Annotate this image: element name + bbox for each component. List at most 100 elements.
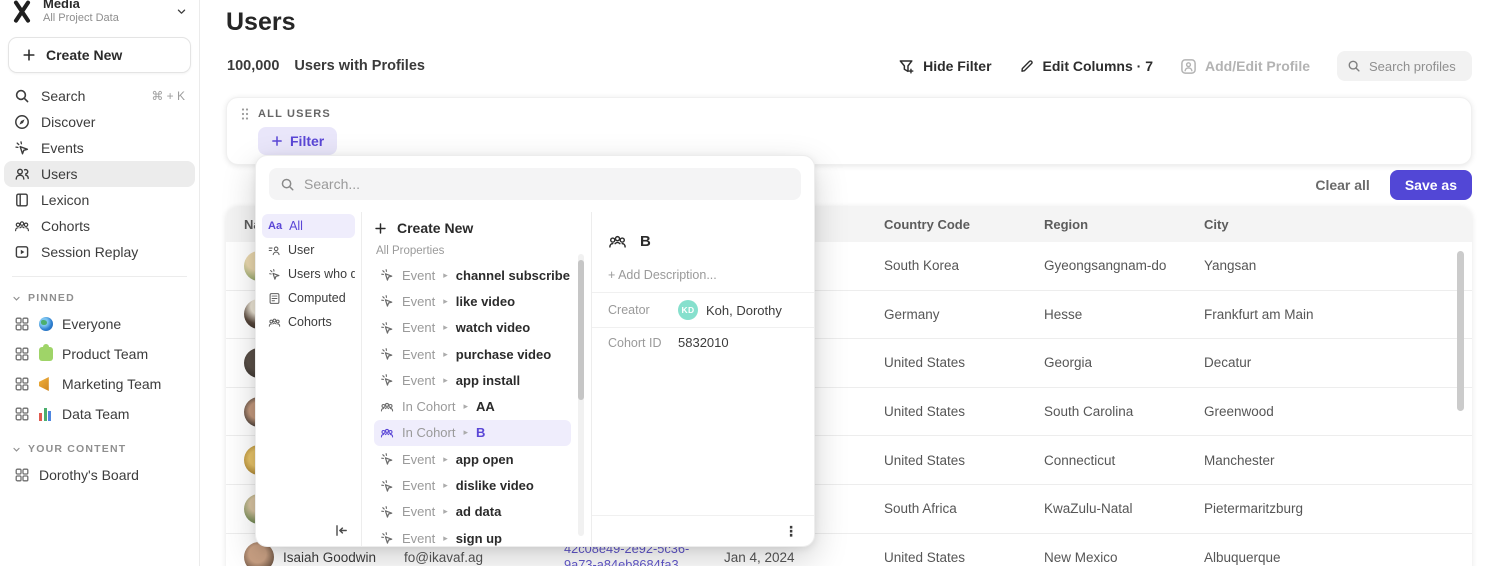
project-switcher[interactable]: Media All Project Data — [0, 0, 199, 28]
user-region: Connecticut — [1044, 453, 1204, 468]
table-scrollbar[interactable] — [1457, 251, 1464, 411]
property-item-dislike-video[interactable]: Event▸dislike video — [374, 472, 571, 498]
property-item-app-install[interactable]: Event▸app install — [374, 367, 571, 393]
user-country: Germany — [884, 307, 1044, 322]
drag-handle-icon[interactable] — [240, 107, 250, 121]
column-header-city[interactable]: City — [1204, 217, 1472, 232]
megaphone-icon — [39, 377, 53, 391]
save-as-button[interactable]: Save as — [1390, 170, 1472, 200]
category-cohorts[interactable]: Cohorts — [262, 310, 355, 334]
edit-columns-label: Edit Columns · 7 — [1043, 58, 1153, 74]
sidebar-item-users[interactable]: Users — [4, 161, 195, 187]
page-title: Users — [226, 8, 296, 37]
profile-count: 100,000 Users with Profiles — [227, 58, 425, 74]
add-edit-profile-button[interactable]: Add/Edit Profile — [1180, 58, 1310, 75]
more-options-icon[interactable]: ⋮ — [784, 524, 798, 538]
clear-all-button[interactable]: Clear all — [1315, 177, 1369, 193]
add-filter-button[interactable]: Filter — [258, 127, 337, 155]
sidebar-item-events[interactable]: Events — [4, 135, 195, 161]
category-computed[interactable]: Computed — [262, 286, 355, 310]
sidebar-board-everyone[interactable]: Everyone — [0, 309, 199, 339]
sidebar-item-label: Cohorts — [41, 218, 90, 234]
sidebar-board-data-team[interactable]: Data Team — [0, 399, 199, 429]
user-country: United States — [884, 550, 1044, 565]
filter-group-label: ALL USERS — [258, 108, 331, 120]
dropdown-scrollbar-thumb[interactable] — [578, 260, 584, 400]
category-label: Computed — [288, 291, 346, 305]
dropdown-create-new-label: Create New — [397, 220, 473, 236]
event-spark-icon — [380, 479, 394, 493]
column-header-country[interactable]: Country Code — [884, 217, 1044, 232]
aa-icon: Aa — [268, 220, 282, 232]
globe-icon — [39, 317, 53, 331]
property-item-ad-data[interactable]: Event▸ad data — [374, 499, 571, 525]
hide-filter-button[interactable]: Hide Filter — [898, 58, 991, 75]
sidebar-item-search[interactable]: Search ⌘ + K — [4, 83, 195, 109]
event-spark-icon — [380, 347, 394, 361]
sidebar-item-cohorts[interactable]: Cohorts — [4, 213, 195, 239]
chevron-down-icon — [176, 6, 187, 17]
cohorts-icon — [380, 426, 394, 440]
user-region: South Carolina — [1044, 404, 1204, 419]
property-item-watch-video[interactable]: Event▸watch video — [374, 315, 571, 341]
event-spark-icon — [380, 531, 394, 545]
create-new-label: Create New — [46, 47, 122, 63]
column-header-region[interactable]: Region — [1044, 217, 1204, 232]
search-shortcut: ⌘ + K — [151, 89, 185, 103]
sidebar-board-product-team[interactable]: Product Team — [0, 339, 199, 369]
event-spark-icon — [14, 140, 30, 156]
cohorts-icon — [14, 218, 30, 234]
create-new-button[interactable]: Create New — [8, 37, 191, 73]
replay-icon — [14, 244, 30, 260]
property-item-channel-subscribe[interactable]: Event▸channel subscribe — [374, 262, 571, 288]
sidebar-item-lexicon[interactable]: Lexicon — [4, 187, 195, 213]
sidebar-item-label: Events — [41, 140, 84, 156]
category-user[interactable]: User — [262, 238, 355, 262]
property-item-like-video[interactable]: Event▸like video — [374, 288, 571, 314]
user-city: Frankfurt am Main — [1204, 307, 1472, 322]
pinned-section-header[interactable]: PINNED — [0, 286, 199, 309]
user-city: Decatur — [1204, 355, 1472, 370]
search-icon — [280, 177, 295, 192]
sidebar-item-session-replay[interactable]: Session Replay — [4, 239, 195, 265]
user-region: KwaZulu-Natal — [1044, 501, 1204, 516]
property-item-app-open[interactable]: Event▸app open — [374, 446, 571, 472]
edit-columns-button[interactable]: Edit Columns · 7 — [1019, 58, 1153, 74]
board-label: Everyone — [62, 316, 121, 332]
hide-filter-label: Hide Filter — [923, 58, 991, 74]
creator-name: Koh, Dorothy — [706, 303, 782, 318]
board-grid-icon — [14, 346, 30, 362]
your-content-section-header[interactable]: YOUR CONTENT — [0, 437, 199, 460]
user-country: South Korea — [884, 258, 1044, 273]
app-logo-icon — [10, 0, 34, 23]
user-email: fo@ikavaf.ag — [404, 550, 564, 565]
add-description-button[interactable]: + Add Description... — [608, 268, 798, 282]
category-users-who-did[interactable]: Users who di... — [262, 262, 355, 286]
cohort-panel-footer: ⋮ — [592, 515, 814, 546]
user-country: United States — [884, 355, 1044, 370]
property-item-sign-up[interactable]: Event▸sign up — [374, 525, 571, 551]
property-item-in-cohort-aa[interactable]: In Cohort▸AA — [374, 393, 571, 419]
user-name[interactable]: Isaiah Goodwin — [283, 550, 376, 565]
category-label: All — [289, 219, 303, 233]
collapse-panel-icon[interactable] — [334, 521, 355, 538]
search-profiles-input[interactable] — [1369, 59, 1469, 74]
cohorts-icon — [608, 232, 627, 251]
project-subtitle: All Project Data — [43, 12, 167, 25]
sidebar-board-marketing-team[interactable]: Marketing Team — [0, 369, 199, 399]
category-label: User — [288, 243, 314, 257]
dropdown-search-input[interactable] — [304, 176, 790, 192]
property-item-in-cohort-b[interactable]: In Cohort▸B — [374, 420, 571, 446]
property-item-purchase-video[interactable]: Event▸purchase video — [374, 341, 571, 367]
user-city: Manchester — [1204, 453, 1472, 468]
pinned-label: PINNED — [28, 292, 75, 304]
property-list: Create New All Properties Event▸channel … — [362, 212, 592, 546]
sidebar-board-dorothys-board[interactable]: Dorothy's Board — [0, 460, 199, 490]
event-spark-icon — [380, 268, 394, 282]
sidebar-item-discover[interactable]: Discover — [4, 109, 195, 135]
search-profiles-box — [1337, 51, 1472, 81]
category-all[interactable]: Aa All — [262, 214, 355, 238]
dropdown-create-new-button[interactable]: Create New — [374, 216, 571, 240]
board-grid-icon — [14, 406, 30, 422]
event-spark-icon — [380, 505, 394, 519]
